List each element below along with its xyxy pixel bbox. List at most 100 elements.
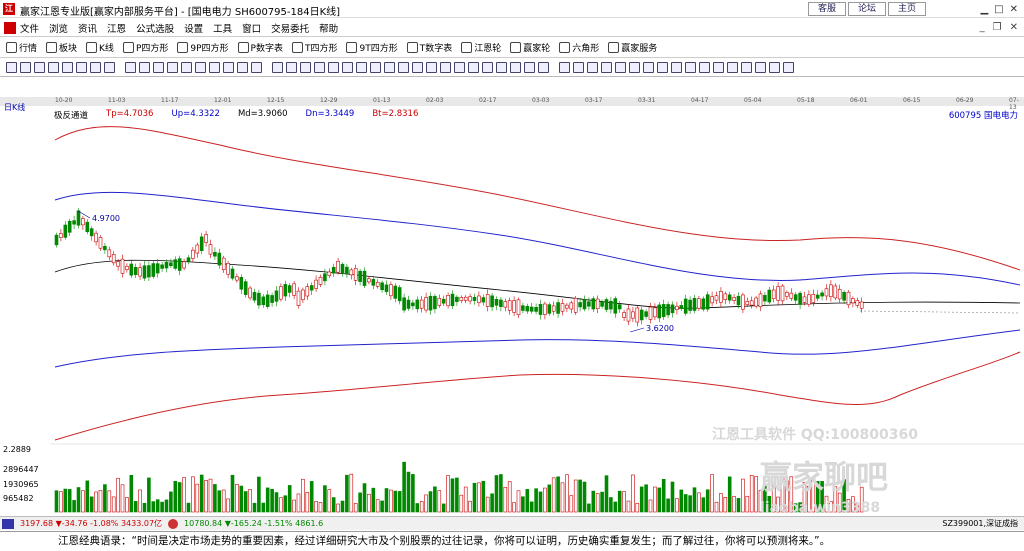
candle-body: [705, 294, 710, 310]
candle-body: [859, 301, 864, 309]
draw-tool-icon[interactable]: [573, 62, 584, 73]
draw-tool-icon[interactable]: [587, 62, 598, 73]
draw-tool-icon[interactable]: [510, 62, 521, 73]
toolbar-button-11[interactable]: 六角形: [559, 41, 599, 54]
menu-gann[interactable]: 江恩: [107, 21, 126, 35]
draw-tool-icon[interactable]: [727, 62, 738, 73]
draw-tool-icon[interactable]: [181, 62, 192, 73]
draw-tool-icon[interactable]: [104, 62, 115, 73]
toolbar-button-7[interactable]: 9T四方形: [346, 41, 398, 54]
draw-tool-icon[interactable]: [20, 62, 31, 73]
candle-body: [727, 294, 732, 301]
draw-tool-icon[interactable]: [629, 62, 640, 73]
draw-tool-icon[interactable]: [286, 62, 297, 73]
menu-file[interactable]: 文件: [20, 21, 39, 35]
draw-tool-icon[interactable]: [412, 62, 423, 73]
draw-tool-icon[interactable]: [524, 62, 535, 73]
draw-tool-icon[interactable]: [153, 62, 164, 73]
draw-tool-icon[interactable]: [139, 62, 150, 73]
menu-trade[interactable]: 交易委托: [271, 21, 309, 35]
draw-tool-icon[interactable]: [90, 62, 101, 73]
menu-help[interactable]: 帮助: [319, 21, 338, 35]
toolbar-button-10[interactable]: 赢家轮: [510, 41, 550, 54]
toolbar-label: P数字表: [250, 44, 283, 54]
toolbar-button-3[interactable]: P四方形: [122, 41, 168, 54]
doc-icon[interactable]: [4, 21, 16, 34]
sh-index-text[interactable]: 3197.68 ▼-34.76 -1.08% 3433.07亿: [20, 518, 162, 529]
close-icon[interactable]: ✕: [1010, 4, 1018, 15]
draw-tool-icon[interactable]: [209, 62, 220, 73]
draw-tool-icon[interactable]: [783, 62, 794, 73]
draw-tool-icon[interactable]: [195, 62, 206, 73]
draw-tool-icon[interactable]: [76, 62, 87, 73]
draw-tool-icon[interactable]: [482, 62, 493, 73]
square-icon: [291, 42, 303, 53]
draw-tool-icon[interactable]: [741, 62, 752, 73]
draw-tool-icon[interactable]: [755, 62, 766, 73]
mdi-close-icon[interactable]: ✕: [1010, 22, 1018, 33]
draw-tool-icon[interactable]: [454, 62, 465, 73]
draw-tool-icon[interactable]: [251, 62, 262, 73]
toolbar-button-2[interactable]: K线: [86, 41, 114, 54]
draw-tool-icon[interactable]: [300, 62, 311, 73]
toolbar-button-5[interactable]: P数字表: [237, 41, 283, 54]
draw-tool-icon[interactable]: [713, 62, 724, 73]
draw-tool-icon[interactable]: [342, 62, 353, 73]
menu-tools[interactable]: 工具: [213, 21, 232, 35]
menu-formula[interactable]: 公式选股: [136, 21, 174, 35]
volume-bar: [133, 501, 138, 513]
minimize-icon[interactable]: ▁: [980, 4, 988, 15]
draw-tool-icon[interactable]: [48, 62, 59, 73]
draw-tool-icon[interactable]: [426, 62, 437, 73]
draw-tool-icon[interactable]: [685, 62, 696, 73]
draw-tool-icon[interactable]: [167, 62, 178, 73]
link-home[interactable]: 主页: [888, 2, 926, 16]
draw-tool-icon[interactable]: [237, 62, 248, 73]
link-forum[interactable]: 论坛: [848, 2, 886, 16]
candle-icon: [86, 42, 98, 53]
draw-tool-icon[interactable]: [272, 62, 283, 73]
draw-tool-icon[interactable]: [538, 62, 549, 73]
toolbar-button-8[interactable]: T数字表: [406, 41, 452, 54]
menu-info[interactable]: 资讯: [78, 21, 97, 35]
link-service[interactable]: 客服: [808, 2, 846, 16]
draw-tool-icon[interactable]: [223, 62, 234, 73]
draw-tool-icon[interactable]: [370, 62, 381, 73]
toolbar-button-1[interactable]: 板块: [46, 41, 77, 54]
draw-tool-icon[interactable]: [125, 62, 136, 73]
mdi-restore-icon[interactable]: ❐: [993, 22, 1002, 33]
sz-index-text[interactable]: 10780.84 ▼-165.24 -1.51% 4861.6: [184, 519, 323, 528]
draw-tool-icon[interactable]: [699, 62, 710, 73]
candle-body: [525, 306, 530, 312]
draw-tool-icon[interactable]: [615, 62, 626, 73]
draw-tool-icon[interactable]: [468, 62, 479, 73]
draw-tool-icon[interactable]: [657, 62, 668, 73]
draw-tool-icon[interactable]: [496, 62, 507, 73]
draw-tool-icon[interactable]: [643, 62, 654, 73]
draw-tool-icon[interactable]: [384, 62, 395, 73]
draw-tool-icon[interactable]: [34, 62, 45, 73]
draw-tool-icon[interactable]: [6, 62, 17, 73]
draw-tool-icon[interactable]: [314, 62, 325, 73]
toolbar-button-0[interactable]: 行情: [6, 41, 37, 54]
draw-tool-icon[interactable]: [769, 62, 780, 73]
draw-tool-icon[interactable]: [62, 62, 73, 73]
menu-settings[interactable]: 设置: [184, 21, 203, 35]
toolbar-button-6[interactable]: T四方形: [291, 41, 337, 54]
candle-body: [441, 298, 446, 304]
toolbar-button-9[interactable]: 江恩轮: [461, 41, 501, 54]
draw-tool-icon[interactable]: [356, 62, 367, 73]
draw-tool-icon[interactable]: [398, 62, 409, 73]
toolbar-button-12[interactable]: 赢家服务: [608, 41, 657, 54]
menu-browse[interactable]: 浏览: [49, 21, 68, 35]
draw-tool-icon[interactable]: [671, 62, 682, 73]
draw-tool-icon[interactable]: [601, 62, 612, 73]
draw-tool-icon[interactable]: [559, 62, 570, 73]
draw-tool-icon[interactable]: [440, 62, 451, 73]
mdi-minimize-icon[interactable]: _: [980, 22, 985, 33]
toolbar-button-4[interactable]: 9P四方形: [177, 41, 229, 54]
menu-window[interactable]: 窗口: [242, 21, 261, 35]
draw-tool-icon[interactable]: [328, 62, 339, 73]
maximize-icon[interactable]: □: [994, 4, 1003, 15]
volume-bar: [644, 484, 648, 513]
